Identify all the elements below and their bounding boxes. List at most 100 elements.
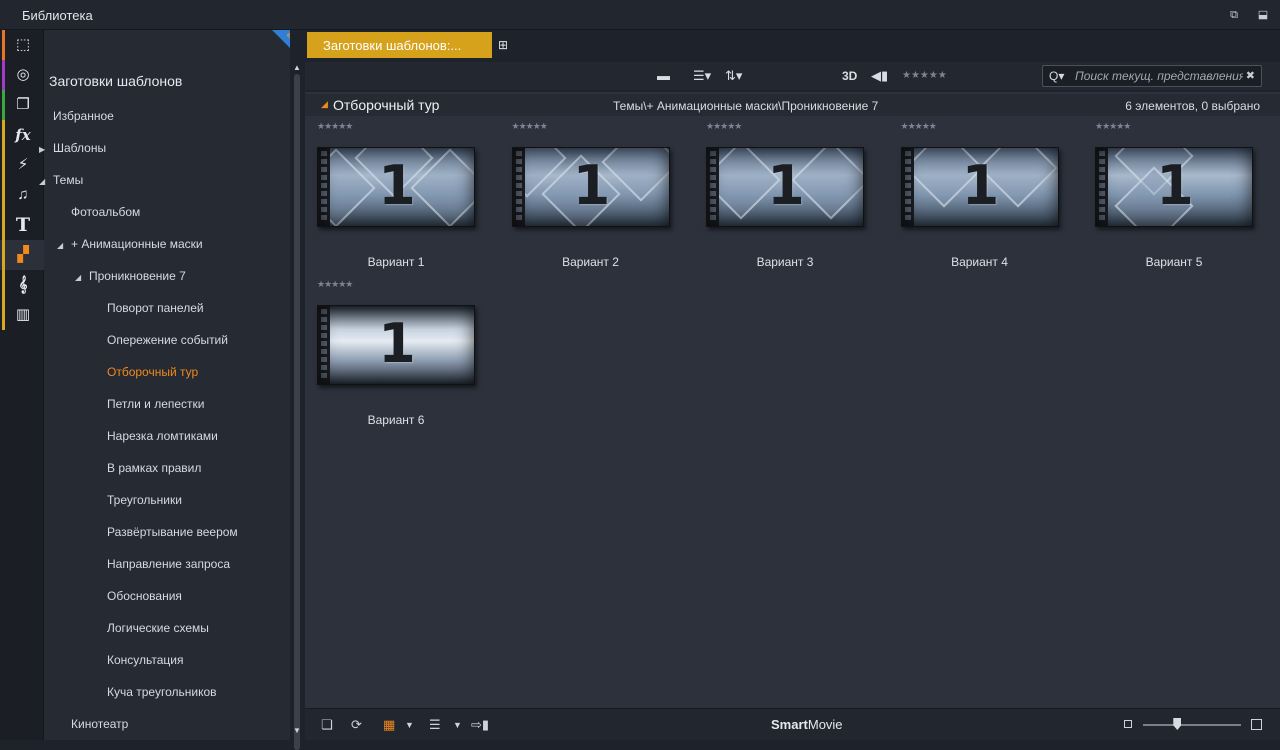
rating-stars[interactable]: ★★★★★: [1095, 121, 1131, 132]
category-templates[interactable]: ▞: [0, 240, 44, 270]
rating-stars[interactable]: ★★★★★: [512, 121, 548, 132]
tree-item[interactable]: Консультация: [107, 653, 183, 667]
tree-item[interactable]: Нарезка ломтиками: [107, 429, 218, 443]
tree-item[interactable]: Избранное: [53, 109, 114, 123]
media-stack-icon: ❐: [16, 96, 30, 113]
template-item[interactable]: ★★★★★ 1 Вариант 1: [305, 121, 475, 271]
tree-item[interactable]: ◢ Проникновение 7: [75, 269, 186, 283]
template-thumbnail[interactable]: 1: [317, 305, 475, 385]
tree-item[interactable]: Петли и лепестки: [107, 397, 205, 411]
template-thumbnail[interactable]: 1: [511, 147, 670, 227]
refresh-icon[interactable]: ⟳: [351, 717, 362, 733]
tree-item[interactable]: Направление запроса: [107, 557, 230, 571]
thumbnail-vignette: [902, 148, 1058, 226]
project-box-icon: ⬚: [15, 36, 31, 53]
template-thumbnail[interactable]: 1: [900, 147, 1059, 227]
library-content: ◢ Отборочный тур Темы\+ Анимационные мас…: [305, 92, 1280, 708]
rating-stars[interactable]: ★★★★★: [317, 121, 353, 132]
grid-view-icon[interactable]: ▦: [383, 717, 395, 733]
rating-stars[interactable]: ★★★★★: [901, 121, 937, 132]
zoom-slider-knob[interactable]: [1173, 718, 1182, 730]
send-to-icon[interactable]: ⇨▮: [471, 717, 489, 733]
tree-item-label: Треугольники: [107, 493, 182, 507]
template-item[interactable]: ★★★★★ 1 Вариант 5: [1083, 121, 1253, 271]
tree-item[interactable]: Треугольники: [107, 493, 182, 507]
template-label: Вариант 6: [367, 413, 425, 427]
template-item[interactable]: ★★★★★ 1 Вариант 3: [694, 121, 864, 271]
template-item[interactable]: ★★★★★ 1 Вариант 6: [305, 279, 475, 429]
copy-icon[interactable]: ❏: [321, 717, 333, 733]
rating-stars[interactable]: ★★★★★: [706, 121, 742, 132]
tree-item[interactable]: Развёртывание веером: [107, 525, 238, 539]
tree-item[interactable]: ◢ + Анимационные маски: [57, 237, 203, 251]
bottom-toolbar: ❏ ⟳ ▦ ▼ ☰ ▼ ⇨▮ SmartMovie: [305, 708, 1280, 740]
scroll-down-icon[interactable]: ▼: [293, 726, 301, 735]
tree-item[interactable]: ◢ Темы: [39, 173, 83, 187]
category-score-clef[interactable]: 𝄞: [0, 270, 44, 300]
window-titlebar: Библиотека ⧉ ⬓: [0, 0, 1280, 30]
category-piano-keys[interactable]: ▥: [0, 300, 44, 330]
category-transition-bolt[interactable]: ⚡: [0, 150, 44, 180]
collapse-arrow-icon[interactable]: ◢: [39, 177, 47, 186]
tree-item[interactable]: Обоснования: [107, 589, 182, 603]
category-music-note[interactable]: ♫: [0, 180, 44, 210]
expand-arrow-icon[interactable]: ▶: [39, 145, 47, 154]
list-view-icon[interactable]: ☰▾: [693, 68, 711, 84]
menu-icon[interactable]: ☰: [429, 717, 441, 733]
tree-item[interactable]: Фотоальбом: [71, 205, 140, 219]
tree-item[interactable]: Кинотеатр: [71, 717, 128, 731]
film-reel-icon: ◎: [16, 66, 30, 83]
pin-tab-icon[interactable]: ⊞: [498, 38, 508, 52]
search-icon[interactable]: Q▾: [1049, 69, 1064, 83]
tree-item-label: Избранное: [53, 109, 114, 123]
group-path: Темы\+ Анимационные маски\Проникновение …: [613, 99, 879, 113]
scroll-up-icon[interactable]: ▲: [293, 63, 301, 72]
collapse-arrow-icon[interactable]: ◢: [75, 273, 83, 282]
scroll-thumb[interactable]: [294, 74, 300, 750]
tree-item[interactable]: Логические схемы: [107, 621, 209, 635]
clear-search-icon[interactable]: ✖: [1246, 69, 1255, 82]
collapse-arrow-icon[interactable]: ◢: [57, 241, 65, 250]
category-stripe: [2, 60, 5, 90]
sort-icon[interactable]: ⇅▾: [725, 68, 742, 84]
search-input[interactable]: [1075, 68, 1243, 84]
tag-icon[interactable]: ◀▮: [871, 68, 888, 84]
template-thumbnail[interactable]: 1: [317, 147, 475, 227]
tree-item[interactable]: Опережение событий: [107, 333, 228, 347]
tree-item[interactable]: В рамках правил: [107, 461, 201, 475]
rating-stars[interactable]: ★★★★★: [317, 279, 353, 290]
tree-item-label: Поворот панелей: [107, 301, 204, 315]
collapse-group-icon[interactable]: ◢: [321, 99, 328, 110]
tree-item-label: Обоснования: [107, 589, 182, 603]
tab-templates[interactable]: Заготовки шаблонов:...: [307, 32, 492, 58]
tree-item[interactable]: Отборочный тур: [107, 365, 198, 379]
category-stripe: [2, 300, 5, 330]
zoom-large-icon[interactable]: [1251, 719, 1262, 730]
menu-dropdown-icon[interactable]: ▼: [453, 720, 462, 730]
smartmovie-button[interactable]: SmartMovie: [771, 717, 843, 732]
tree-item[interactable]: Поворот панелей: [107, 301, 204, 315]
restore-icon[interactable]: ⧉: [1228, 9, 1240, 21]
tree-item[interactable]: ▶ Шаблоны: [39, 141, 106, 155]
category-title-text[interactable]: T: [0, 210, 44, 240]
filter-3d-button[interactable]: 3D: [842, 69, 857, 83]
tree-item[interactable]: Куча треугольников: [107, 685, 217, 699]
template-item[interactable]: ★★★★★ 1 Вариант 2: [500, 121, 670, 271]
template-thumbnail[interactable]: 1: [706, 147, 864, 227]
category-film-reel[interactable]: ◎: [0, 60, 44, 90]
zoom-slider[interactable]: [1143, 724, 1241, 726]
zoom-small-icon[interactable]: [1124, 720, 1132, 728]
transition-bolt-icon: ⚡: [17, 156, 29, 173]
template-item[interactable]: ★★★★★ 1 Вариант 4: [889, 121, 1059, 271]
tree-item-label: Отборочный тур: [107, 365, 199, 379]
template-thumbnail[interactable]: 1: [1095, 147, 1253, 227]
detach-window-icon[interactable]: ⬓: [1257, 9, 1269, 21]
category-effects-fx[interactable]: fx: [0, 120, 44, 150]
category-project-box[interactable]: ⬚: [0, 30, 44, 60]
rating-filter[interactable]: ★★★★★: [902, 70, 947, 81]
search-field[interactable]: Q▾ ✖: [1042, 65, 1262, 87]
tree-scrollbar[interactable]: ▲ ▼: [290, 30, 304, 750]
category-media-stack[interactable]: ❐: [0, 90, 44, 120]
grid-view-dropdown-icon[interactable]: ▼: [405, 720, 414, 730]
folder-icon[interactable]: ▬: [657, 68, 670, 83]
